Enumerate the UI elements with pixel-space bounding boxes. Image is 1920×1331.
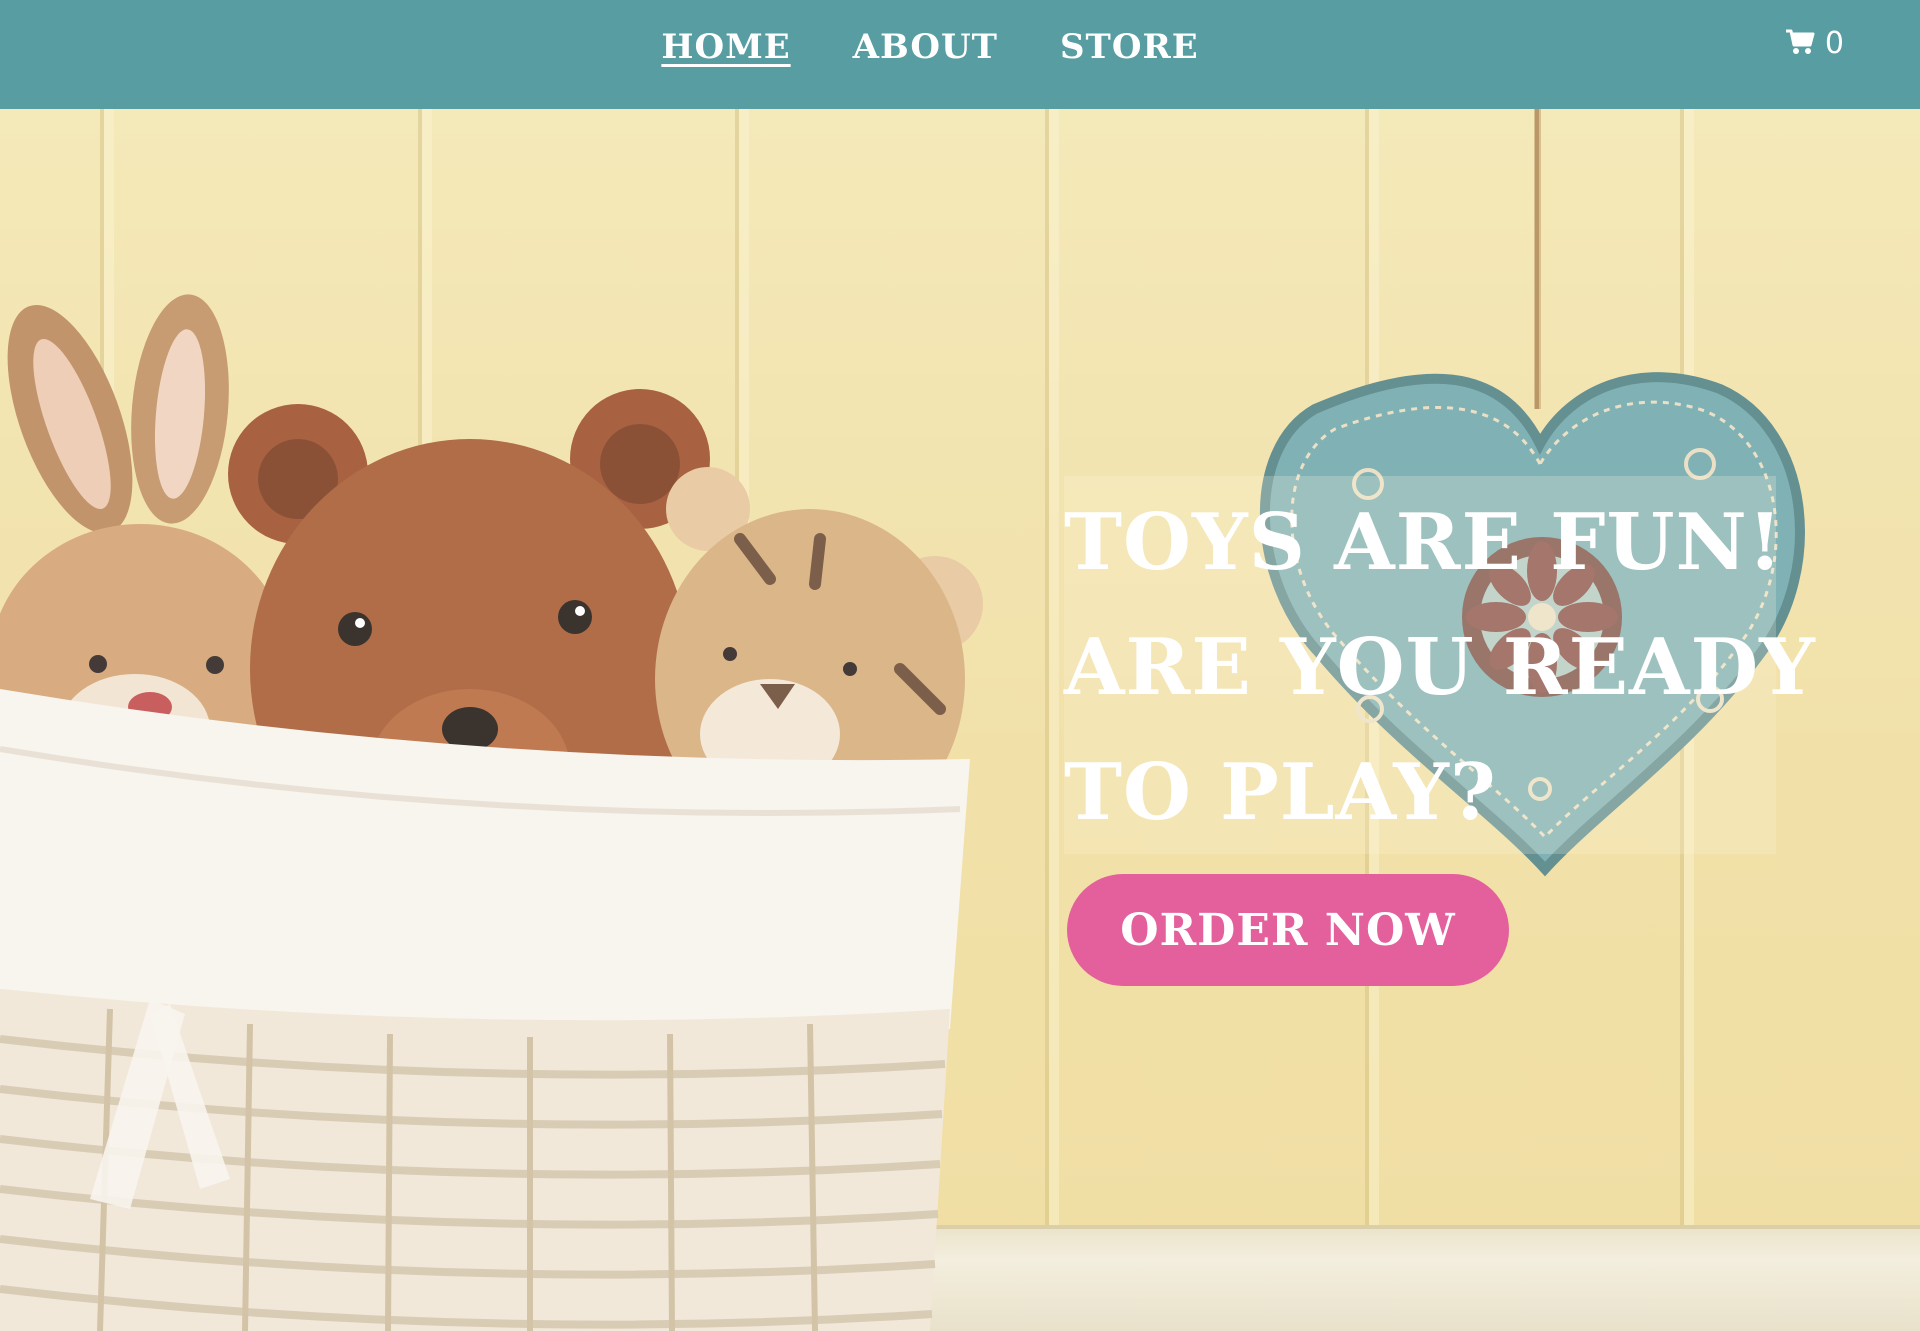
cart-button[interactable]: 0 (1785, 26, 1844, 61)
nav-about-link[interactable]: ABOUT (853, 27, 998, 67)
cart-count: 0 (1824, 26, 1844, 61)
top-navbar: HOME ABOUT STORE 0 (0, 0, 1920, 109)
headline-line-1: TOYS ARE FUN! (1064, 497, 1784, 588)
cart-icon (1785, 28, 1815, 60)
nav-links: HOME ABOUT STORE (0, 27, 1920, 67)
headline-line-3: TO PLAY? (1064, 747, 1497, 838)
headline-line-2: ARE YOU READY (1064, 622, 1816, 713)
hero-headline: TOYS ARE FUN! ARE YOU READY TO PLAY? (1064, 480, 1816, 855)
nav-home-link[interactable]: HOME (661, 27, 790, 67)
page: HOME ABOUT STORE 0 TOYS ARE FUN! ARE YOU… (0, 0, 1920, 1331)
nav-store-link[interactable]: STORE (1060, 27, 1199, 67)
order-now-button[interactable]: ORDER NOW (1067, 874, 1509, 986)
wicker-basket (0, 989, 950, 1331)
